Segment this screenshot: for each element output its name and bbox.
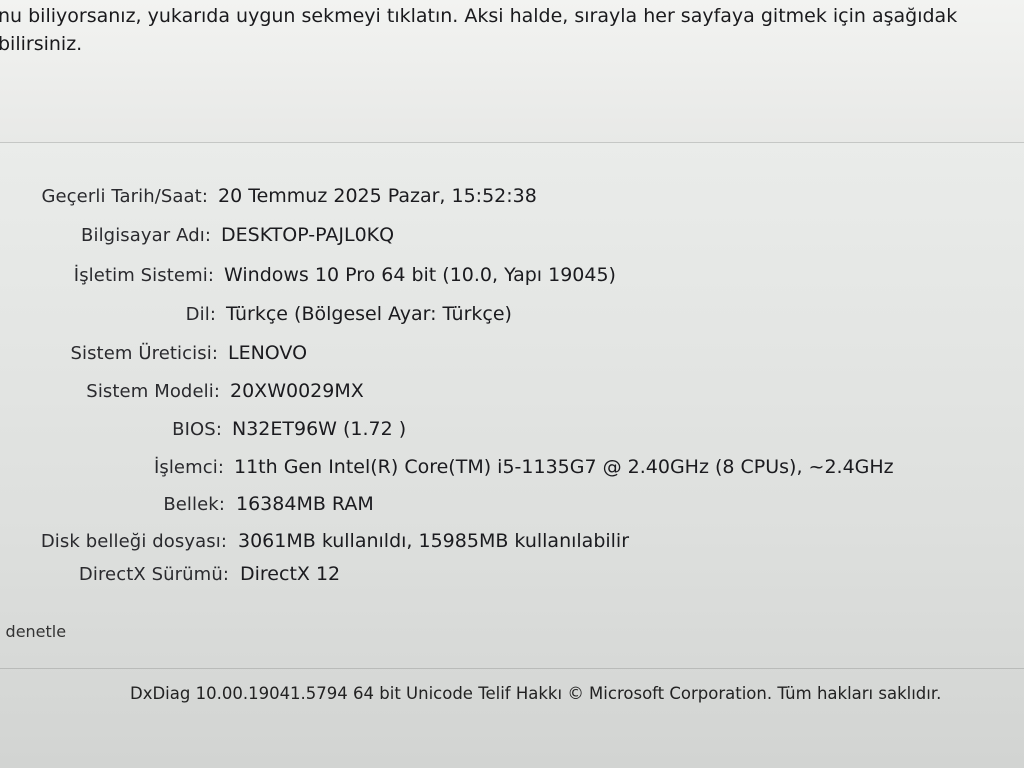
intro-panel: nu biliyorsanız, yukarıda uygun sekmeyi … xyxy=(0,0,1024,143)
info-label: Sistem Modeli: xyxy=(86,381,220,402)
info-row-bios: BIOS: N32ET96W (1.72 ) xyxy=(0,418,1024,448)
info-label: Dil: xyxy=(185,304,216,325)
info-label: DirectX Sürümü: xyxy=(78,564,229,585)
info-value: 11th Gen Intel(R) Core(TM) i5-1135G7 @ 2… xyxy=(234,456,894,478)
info-row-language: Dil: Türkçe (Bölgesel Ayar: Türkçe) xyxy=(0,303,1024,333)
info-value: Türkçe (Bölgesel Ayar: Türkçe) xyxy=(226,303,512,325)
info-row-memory: Bellek: 16384MB RAM xyxy=(0,493,1024,523)
footer-divider xyxy=(0,668,1024,669)
info-label: BIOS: xyxy=(172,419,222,440)
info-row-model: Sistem Modeli: 20XW0029MX xyxy=(0,380,1024,410)
intro-line-1: nu biliyorsanız, yukarıda uygun sekmeyi … xyxy=(0,5,958,27)
info-label: İşlemci: xyxy=(153,457,224,478)
info-value: 16384MB RAM xyxy=(236,493,374,515)
info-value: 20 Temmuz 2025 Pazar, 15:52:38 xyxy=(218,185,537,207)
info-value: 3061MB kullanıldı, 15985MB kullanılabili… xyxy=(238,530,630,552)
info-value: LENOVO xyxy=(228,342,308,364)
dxdiag-window: nu biliyorsanız, yukarıda uygun sekmeyi … xyxy=(0,0,1024,768)
info-value: 20XW0029MX xyxy=(230,380,364,402)
info-label: Geçerli Tarih/Saat: xyxy=(41,186,208,207)
info-row-os: İşletim Sistemi: Windows 10 Pro 64 bit (… xyxy=(0,264,1024,294)
info-label: Bilgisayar Adı: xyxy=(81,225,211,246)
info-row-page-file: Disk belleği dosyası: 3061MB kullanıldı,… xyxy=(0,530,1024,560)
intro-line-2: bilirsiniz. xyxy=(0,33,83,55)
info-label: Bellek: xyxy=(163,494,225,515)
check-option-label[interactable]: ı denetle xyxy=(0,622,66,641)
info-label: Disk belleği dosyası: xyxy=(40,531,227,552)
intro-text: nu biliyorsanız, yukarıda uygun sekmeyi … xyxy=(0,2,957,58)
info-value: DirectX 12 xyxy=(240,563,341,585)
info-value: N32ET96W (1.72 ) xyxy=(232,418,407,440)
info-label: İşletim Sistemi: xyxy=(73,265,214,286)
footer-copyright: DxDiag 10.00.19041.5794 64 bit Unicode T… xyxy=(130,684,942,703)
info-row-computer-name: Bilgisayar Adı: DESKTOP-PAJL0KQ xyxy=(0,224,1024,254)
info-value: DESKTOP-PAJL0KQ xyxy=(221,224,395,246)
info-row-datetime: Geçerli Tarih/Saat: 20 Temmuz 2025 Pazar… xyxy=(0,185,1024,215)
info-label: Sistem Üreticisi: xyxy=(70,343,218,364)
info-row-manufacturer: Sistem Üreticisi: LENOVO xyxy=(0,342,1024,372)
info-row-processor: İşlemci: 11th Gen Intel(R) Core(TM) i5-1… xyxy=(0,456,1024,486)
info-row-directx: DirectX Sürümü: DirectX 12 xyxy=(0,563,1024,593)
info-value: Windows 10 Pro 64 bit (10.0, Yapı 19045) xyxy=(224,264,616,286)
